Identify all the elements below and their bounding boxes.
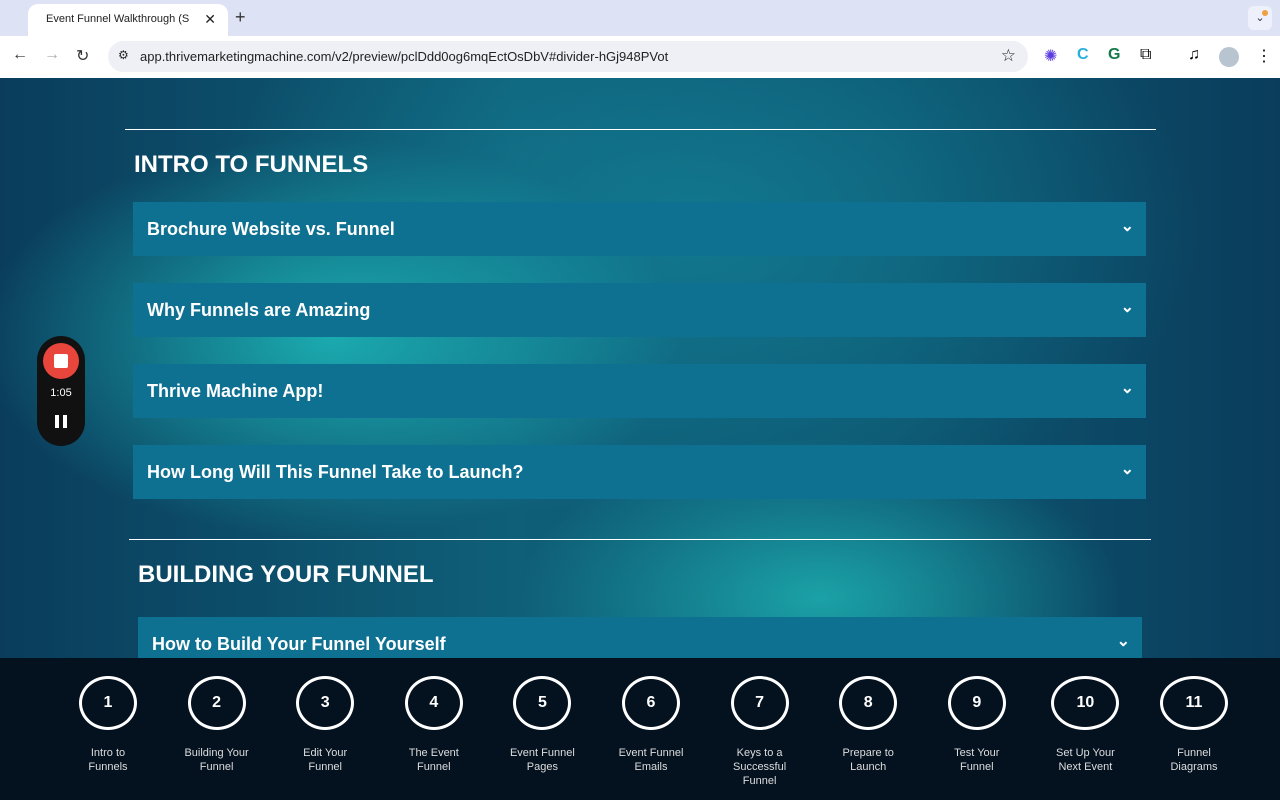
accordion-label: Brochure Website vs. Funnel bbox=[147, 219, 395, 239]
step-number: 8 bbox=[839, 676, 898, 730]
forward-icon[interactable]: → bbox=[44, 46, 60, 64]
step-link[interactable]: 1 Intro to Funnels bbox=[53, 658, 163, 774]
step-link[interactable]: 8 Prepare to Launch bbox=[813, 658, 923, 774]
accordion-item[interactable]: How Long Will This Funnel Take to Launch… bbox=[133, 445, 1146, 499]
accordion-item[interactable]: Thrive Machine App! ⌄ bbox=[133, 364, 1146, 418]
accordion-label: Thrive Machine App! bbox=[147, 381, 324, 401]
browser-chrome: Event Funnel Walkthrough (S ✕ + ⌄ ← → ↻ ⚙… bbox=[0, 0, 1280, 78]
browser-tab[interactable]: Event Funnel Walkthrough (S ✕ bbox=[28, 4, 228, 36]
step-link[interactable]: 9 Test Your Funnel bbox=[922, 658, 1032, 774]
profile-avatar[interactable] bbox=[1219, 47, 1239, 67]
step-label: Keys to a Successful Funnel bbox=[732, 747, 787, 787]
step-navigation: 1 Intro to Funnels 2 Building Your Funnel 3 E… bbox=[0, 658, 1280, 800]
step-label: Intro to Funnels bbox=[88, 747, 128, 773]
step-number: 3 bbox=[296, 676, 355, 730]
accordion-item[interactable]: How to Build Your Funnel Yourself ⌄ bbox=[138, 617, 1142, 658]
accordion-label: Why Funnels are Amazing bbox=[147, 300, 371, 320]
section-divider bbox=[129, 539, 1151, 540]
accordion-label: How Long Will This Funnel Take to Launch… bbox=[147, 462, 524, 482]
step-link[interactable]: 7 Keys to a Successful Funnel bbox=[705, 658, 815, 788]
back-icon[interactable]: ← bbox=[12, 46, 28, 64]
bookmark-star-icon[interactable]: ☆ bbox=[1001, 46, 1016, 66]
recording-time: 1:05 bbox=[50, 387, 72, 399]
step-link[interactable]: 11 Funnel Diagrams bbox=[1139, 658, 1249, 774]
chevron-down-icon: ⌄ bbox=[1120, 218, 1134, 235]
accordion-item[interactable]: Why Funnels are Amazing ⌄ bbox=[133, 283, 1146, 337]
step-number: 10 bbox=[1051, 676, 1120, 730]
extension-c-icon[interactable]: C bbox=[1077, 46, 1089, 64]
chevron-down-icon: ⌄ bbox=[1120, 299, 1134, 316]
step-label: The Event Funnel bbox=[408, 747, 459, 773]
step-label: Test Your Funnel bbox=[954, 747, 1000, 773]
step-number: 6 bbox=[622, 676, 680, 730]
extensions-puzzle-icon[interactable]: ⧉ bbox=[1140, 46, 1151, 64]
step-label: Edit Your Funnel bbox=[303, 747, 348, 773]
accordion-label: How to Build Your Funnel Yourself bbox=[152, 634, 446, 654]
step-number: 9 bbox=[947, 676, 1006, 730]
step-number: 7 bbox=[730, 676, 789, 730]
screen-recorder-widget: 1:05 bbox=[37, 336, 85, 446]
url-text: app.thrivemarketingmachine.com/v2/previe… bbox=[140, 49, 669, 64]
accordion-item[interactable]: Brochure Website vs. Funnel ⌄ bbox=[133, 202, 1146, 256]
step-label: Building Your Funnel bbox=[184, 747, 249, 773]
pause-icon[interactable] bbox=[55, 415, 67, 428]
step-link[interactable]: 4 The Event Funnel bbox=[379, 658, 489, 774]
media-control-icon[interactable]: ♫ bbox=[1188, 46, 1200, 64]
step-label: Event Funnel Pages bbox=[509, 747, 575, 773]
step-label: Event Funnel Emails bbox=[618, 747, 684, 773]
step-label: Prepare to Launch bbox=[842, 747, 894, 773]
close-tab-icon[interactable]: ✕ bbox=[204, 11, 216, 28]
site-settings-icon[interactable]: ⚙ bbox=[118, 48, 129, 62]
tab-title: Event Funnel Walkthrough (S bbox=[46, 13, 190, 25]
stop-recording-button[interactable] bbox=[43, 343, 79, 379]
step-number: 2 bbox=[187, 676, 246, 730]
step-number: 5 bbox=[513, 676, 572, 730]
chevron-down-icon: ⌄ bbox=[1120, 461, 1134, 478]
reload-icon[interactable]: ↻ bbox=[76, 46, 89, 66]
step-link[interactable]: 3 Edit Your Funnel bbox=[270, 658, 380, 774]
step-number: 4 bbox=[404, 676, 463, 730]
step-label: Funnel Diagrams bbox=[1170, 747, 1218, 773]
tab-search-chevron-icon[interactable]: ⌄ bbox=[1248, 6, 1272, 30]
section-divider bbox=[125, 129, 1156, 130]
address-bar[interactable]: ⚙ app.thrivemarketingmachine.com/v2/previ… bbox=[108, 41, 1028, 72]
new-tab-icon[interactable]: + bbox=[235, 7, 246, 28]
step-label: Set Up Your Next Event bbox=[1056, 747, 1115, 773]
page-content: INTRO TO FUNNELS Brochure Website vs. Fu… bbox=[0, 78, 1280, 658]
chevron-down-icon: ⌄ bbox=[1120, 380, 1134, 397]
step-link[interactable]: 6 Event Funnel Emails bbox=[596, 658, 706, 774]
section-title: BUILDING YOUR FUNNEL bbox=[138, 561, 434, 588]
step-link[interactable]: 5 Event Funnel Pages bbox=[487, 658, 597, 774]
step-link[interactable]: 10 Set Up Your Next Event bbox=[1030, 658, 1140, 774]
toolbar: ← → ↻ ⚙ app.thrivemarketingmachine.com/v2… bbox=[0, 36, 1280, 78]
menu-kebab-icon[interactable]: ⋮ bbox=[1256, 46, 1272, 66]
stop-icon bbox=[54, 354, 68, 368]
step-link[interactable]: 2 Building Your Funnel bbox=[162, 658, 272, 774]
step-number: 1 bbox=[79, 676, 137, 730]
section-title: INTRO TO FUNNELS bbox=[134, 151, 369, 178]
chevron-down-icon: ⌄ bbox=[1116, 633, 1130, 650]
step-number: 11 bbox=[1160, 676, 1228, 730]
grammarly-icon[interactable]: G bbox=[1108, 46, 1120, 64]
extension-sparkle-icon[interactable]: ✺ bbox=[1044, 46, 1057, 66]
